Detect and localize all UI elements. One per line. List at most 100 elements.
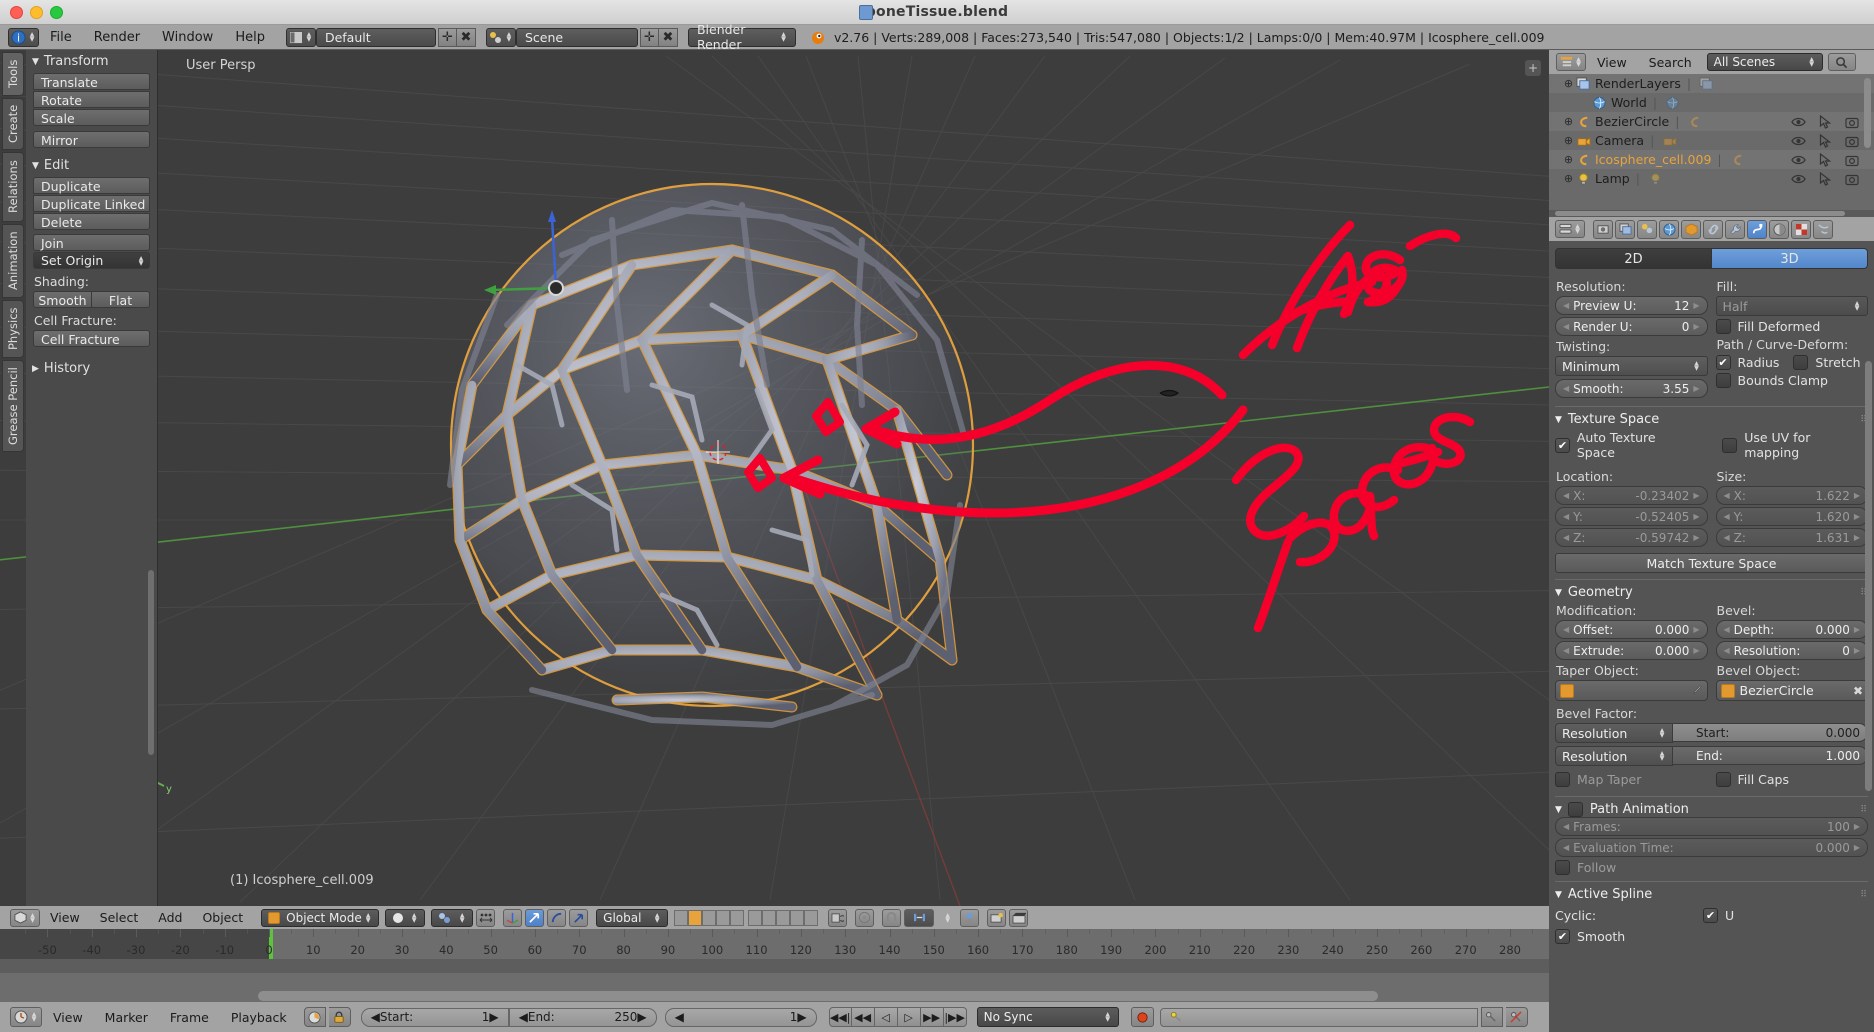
auto-texture-space-row[interactable]: ✔ Auto Texture Space [1555, 430, 1696, 460]
visibility-eye-icon[interactable] [1791, 115, 1806, 129]
editor-type-properties-button[interactable]: ▲ ▼ [1555, 220, 1585, 238]
properties-tab-modifiers[interactable] [1725, 219, 1745, 239]
properties-tab-texture[interactable] [1791, 219, 1811, 239]
bevel-resolution-field[interactable]: ◀ Resolution: 0 ▶ [1715, 641, 1868, 660]
increment-arrow-icon[interactable]: ▶ [1693, 625, 1699, 634]
delete-scene-button[interactable]: ✖ [658, 27, 678, 47]
insert-keyframe-button[interactable] [1480, 1007, 1503, 1027]
delete-layout-button[interactable]: ✖ [456, 27, 476, 47]
duplicate-linked-button[interactable]: Duplicate Linked [33, 195, 150, 212]
scene-selector[interactable]: Scene [515, 27, 638, 47]
bevel-depth-field[interactable]: ◀ Depth: 0.000 ▶ [1715, 620, 1868, 639]
current-frame-field[interactable]: ◀ 1 ▶ [664, 1007, 817, 1027]
increment-arrow-icon[interactable]: ▶ [489, 1010, 498, 1024]
rewind-button[interactable]: ◀◀ [851, 1007, 875, 1027]
auto-texture-space-checkbox[interactable]: ✔ [1555, 437, 1570, 453]
scene-icon-button[interactable]: ▲ ▼ [485, 27, 516, 47]
bevel-factor-end-field[interactable]: End: 1.000 [1673, 746, 1868, 765]
menu-file[interactable]: File [39, 25, 83, 50]
history-panel-header[interactable]: ▶ History [26, 357, 157, 380]
transform-panel-header[interactable]: ▼ Transform [26, 50, 157, 73]
bounds-clamp-checkbox[interactable] [1715, 373, 1731, 388]
smooth-shading-button[interactable]: Smooth [33, 291, 92, 308]
viewport-expand-properties-button[interactable]: + [1525, 60, 1541, 76]
path-animation-enable-checkbox[interactable] [1567, 802, 1583, 817]
outliner-display-mode-selector[interactable]: All Scenes ▲ ▼ [1706, 53, 1823, 71]
properties-tab-render[interactable] [1593, 219, 1613, 239]
curve-dimension-toggle[interactable]: 2D 3D [1555, 248, 1868, 269]
properties-editor[interactable]: ▲ ▼ 2D 3D Resolution: ◀ Preview U: 12 ▶ … [1549, 217, 1874, 1032]
delete-button[interactable]: Delete [33, 213, 150, 230]
render-opengl-animation-button[interactable] [1009, 908, 1029, 927]
properties-tab-curve-data[interactable] [1747, 219, 1767, 239]
increment-arrow-icon[interactable]: ▶ [1854, 646, 1860, 655]
render-engine-selector[interactable]: Blender Render ▲ ▼ [687, 22, 796, 52]
fill-mode-selector[interactable]: Half ▲ ▼ [1715, 296, 1868, 316]
timeline-menu-playback[interactable]: Playback [220, 1010, 298, 1025]
scale-manipulator-button[interactable] [569, 908, 589, 927]
properties-tab-object[interactable] [1681, 219, 1701, 239]
renderability-camera-icon[interactable] [1845, 134, 1860, 148]
sync-mode-selector[interactable]: No Sync ▲ ▼ [976, 1007, 1119, 1027]
increment-arrow-icon[interactable]: ▶ [1693, 646, 1699, 655]
layer-cell[interactable] [748, 909, 763, 926]
viewport-menu-view[interactable]: View [40, 910, 90, 925]
toolshelf-tab-tools[interactable]: Tools [2, 52, 24, 96]
selectability-cursor-icon[interactable] [1818, 114, 1833, 129]
preview-u-field[interactable]: ◀ Preview U: 12 ▶ [1555, 296, 1708, 315]
bounds-clamp-row[interactable]: Bounds Clamp [1715, 373, 1869, 388]
bevel-factor-start-row[interactable]: Resolution ▲ ▼ Start: 0.000 [1555, 723, 1868, 743]
zoom-button[interactable] [50, 6, 63, 19]
bevel-end-mapping-selector[interactable]: Resolution ▲ ▼ [1555, 746, 1673, 766]
viewport-menu-object[interactable]: Object [192, 910, 253, 925]
outliner-expand-toggle[interactable]: ⊕ [1563, 172, 1574, 185]
geometry-extrude-field[interactable]: ◀ Extrude: 0.000 ▶ [1555, 641, 1708, 660]
translate-button[interactable]: Translate [33, 73, 150, 90]
menu-window[interactable]: Window [151, 25, 224, 50]
menu-help[interactable]: Help [224, 25, 276, 50]
decrement-arrow-icon[interactable]: ◀ [519, 1010, 528, 1024]
menu-render[interactable]: Render [83, 25, 151, 50]
decrement-arrow-icon[interactable]: ◀ [1563, 301, 1569, 310]
use-uv-for-mapping-row[interactable]: Use UV for mapping [1722, 430, 1868, 460]
lock-camera-to-view-button[interactable] [828, 908, 848, 927]
edit-panel-header[interactable]: ▼ Edit [26, 154, 157, 177]
outliner-scrollbar[interactable] [1864, 78, 1871, 148]
screen-layout-icon-button[interactable]: ▲ ▼ [285, 27, 316, 47]
auto-keyframe-button[interactable] [303, 1007, 326, 1027]
fill-caps-checkbox[interactable] [1715, 772, 1731, 787]
editor-type-3dview-button[interactable]: ▲ ▼ [10, 908, 40, 927]
layer-cell[interactable] [790, 909, 805, 926]
dimension-2d-button[interactable]: 2D [1555, 248, 1712, 269]
close-button[interactable] [10, 6, 23, 19]
play-reverse-button[interactable]: ◁ [874, 1007, 898, 1027]
render-u-field[interactable]: ◀ Render U: 0 ▶ [1555, 317, 1708, 336]
properties-tab-material[interactable] [1769, 219, 1789, 239]
record-button[interactable] [1130, 1007, 1154, 1027]
twisting-method-selector[interactable]: Minimum ▲ ▼ [1555, 356, 1708, 376]
shading-button-row[interactable]: Smooth Flat [33, 291, 150, 308]
properties-body[interactable]: 2D 3D Resolution: ◀ Preview U: 12 ▶ ◀ Re… [1549, 241, 1874, 1032]
toolshelf-tabs[interactable]: Tools Create Relations Animation Physics… [0, 50, 26, 906]
play-button[interactable]: ▷ [897, 1007, 921, 1027]
spline-smooth-row[interactable]: ✔ Smooth [1555, 929, 1868, 944]
use-uv-for-mapping-checkbox[interactable] [1722, 437, 1738, 453]
proportional-edit-button[interactable] [855, 908, 875, 927]
selectability-cursor-icon[interactable] [1818, 133, 1833, 148]
renderability-camera-icon[interactable] [1845, 153, 1860, 167]
increment-arrow-icon[interactable]: ▶ [637, 1010, 646, 1024]
outliner-expand-toggle[interactable]: ⊕ [1563, 115, 1574, 128]
interaction-mode-selector[interactable]: Object Mode ▲ ▼ [261, 908, 380, 927]
fill-caps-row[interactable]: Fill Caps [1715, 772, 1869, 787]
viewport-menu-select[interactable]: Select [90, 910, 149, 925]
geometry-offset-field[interactable]: ◀ Offset: 0.000 ▶ [1555, 620, 1708, 639]
frame-start-field[interactable]: ◀ Start: 1 ▶ [360, 1007, 509, 1027]
toolshelf-tab-animation[interactable]: Animation [2, 224, 24, 298]
editor-type-info-button[interactable]: i ▲ ▼ [8, 27, 39, 47]
outliner-editor[interactable]: ▲ ▼ View Search All Scenes ▲ ▼ ⊕ RenderLaye… [1549, 50, 1874, 217]
outliner-expand-toggle[interactable]: ⊕ [1563, 77, 1574, 90]
manipulate-center-points-button[interactable] [476, 908, 496, 927]
set-origin-button[interactable]: Set Origin ▲ ▼ [33, 252, 150, 269]
dimension-3d-button[interactable]: 3D [1712, 248, 1868, 269]
flat-shading-button[interactable]: Flat [92, 291, 150, 308]
